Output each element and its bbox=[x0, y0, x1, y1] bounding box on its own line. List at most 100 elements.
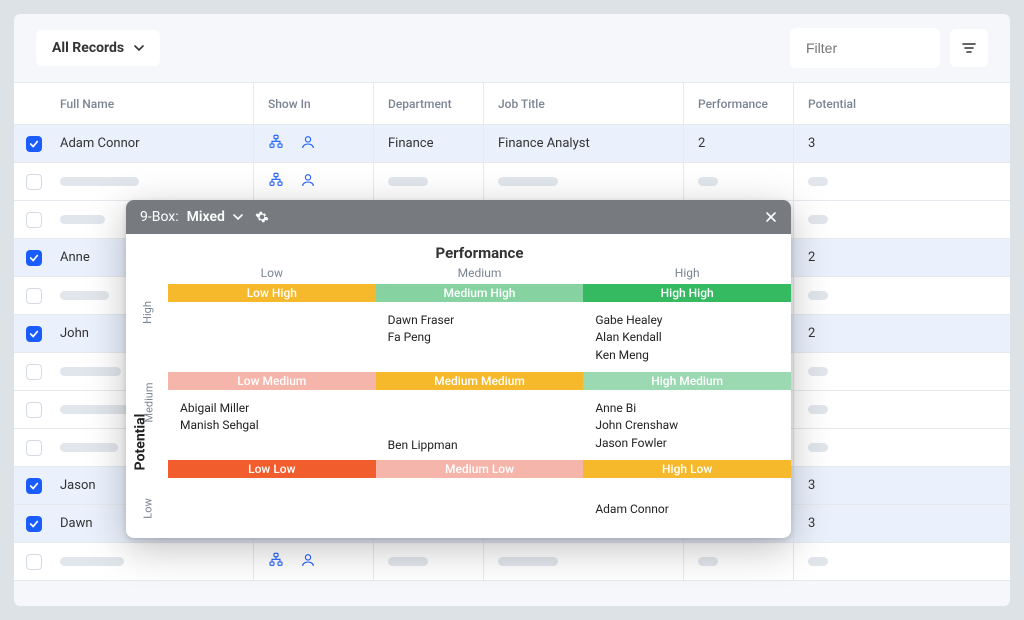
org-chart-icon[interactable] bbox=[268, 552, 284, 572]
col-header-pot[interactable]: Potential bbox=[794, 83, 1010, 124]
ninebox-person: Gabe Healey bbox=[595, 312, 779, 329]
row-checkbox[interactable] bbox=[26, 516, 42, 532]
ninebox-title-mode: Mixed bbox=[187, 209, 225, 225]
org-chart-icon[interactable] bbox=[268, 172, 284, 192]
ninebox-person: Alan Kendall bbox=[595, 329, 779, 346]
ninebox-cell-body bbox=[168, 478, 376, 524]
cell-potential: 3 bbox=[794, 467, 1010, 504]
row-checkbox[interactable] bbox=[26, 212, 42, 228]
y-label-low: Low bbox=[142, 498, 155, 518]
cell-potential: 2 bbox=[794, 239, 1010, 276]
ninebox-person: Fa Peng bbox=[388, 329, 572, 346]
y-label-medium: Medium bbox=[143, 382, 156, 422]
ninebox-y-axis: Potential High Medium Low bbox=[126, 244, 168, 524]
col-header-name[interactable]: Full Name bbox=[54, 83, 254, 124]
row-checkbox[interactable] bbox=[26, 174, 42, 190]
row-checkbox[interactable] bbox=[26, 402, 42, 418]
ninebox-grid-wrap: Performance Low Medium High Low HighMedi… bbox=[168, 244, 791, 524]
org-chart-icon[interactable] bbox=[268, 134, 284, 154]
person-icon[interactable] bbox=[300, 134, 316, 154]
ninebox-x-title: Performance bbox=[168, 244, 791, 262]
row-checkbox[interactable] bbox=[26, 288, 42, 304]
ninebox-cell-body: Gabe HealeyAlan KendallKen Meng bbox=[583, 302, 791, 372]
x-label-high: High bbox=[583, 266, 791, 284]
ninebox-cell-header: Medium Low bbox=[376, 460, 584, 478]
gear-icon[interactable] bbox=[255, 210, 269, 224]
cell-potential: 3 bbox=[794, 125, 1010, 162]
toolbar: All Records bbox=[14, 14, 1010, 82]
ninebox-cell[interactable]: High Low Adam Connor bbox=[583, 460, 791, 524]
y-label-high: High bbox=[141, 301, 154, 324]
table-header-row: Full Name Show In Department Job Title P… bbox=[14, 83, 1010, 125]
ninebox-cell[interactable]: Medium Medium Ben Lippman bbox=[376, 372, 584, 460]
ninebox-person: Anne Bi bbox=[595, 400, 779, 417]
ninebox-cell-header: High High bbox=[583, 284, 791, 302]
ninebox-cell-body: Abigail MillerManish Sehgal bbox=[168, 390, 376, 460]
ninebox-cell-body: Dawn FraserFa Peng bbox=[376, 302, 584, 372]
cell-potential: 2 bbox=[794, 315, 1010, 352]
ninebox-person: Adam Connor bbox=[595, 501, 668, 518]
cell-performance: 2 bbox=[684, 125, 794, 162]
ninebox-cell-body bbox=[376, 478, 584, 524]
row-checkbox[interactable] bbox=[26, 478, 42, 494]
row-checkbox[interactable] bbox=[26, 364, 42, 380]
table-row[interactable]: Adam Connor Finance Finance Analyst 2 3 bbox=[14, 125, 1010, 163]
ninebox-title-prefix: 9-Box: bbox=[140, 209, 179, 225]
ninebox-cell-header: Low Medium bbox=[168, 372, 376, 390]
person-icon[interactable] bbox=[300, 172, 316, 192]
cell-job: Finance Analyst bbox=[484, 125, 684, 162]
ninebox-cell[interactable]: Medium HighDawn FraserFa Peng bbox=[376, 284, 584, 372]
row-checkbox[interactable] bbox=[26, 136, 42, 152]
col-header-dept[interactable]: Department bbox=[374, 83, 484, 124]
records-label: All Records bbox=[52, 40, 124, 56]
ninebox-person: Jason Fowler bbox=[595, 435, 779, 452]
ninebox-cell-header: Medium Medium bbox=[376, 372, 584, 390]
ninebox-cell-body: Ben Lippman bbox=[376, 390, 584, 460]
toolbar-right bbox=[790, 28, 988, 68]
ninebox-person: John Crenshaw bbox=[595, 417, 779, 434]
ninebox-body: Potential High Medium Low Performance Lo… bbox=[126, 234, 791, 538]
close-icon[interactable] bbox=[765, 211, 777, 223]
ninebox-modal-header: 9-Box: Mixed bbox=[126, 200, 791, 234]
chevron-down-icon bbox=[134, 43, 144, 53]
row-checkbox[interactable] bbox=[26, 326, 42, 342]
table-row[interactable] bbox=[14, 543, 1010, 581]
ninebox-cell-header: High Low bbox=[583, 460, 791, 478]
filter-input[interactable] bbox=[790, 28, 940, 68]
ninebox-cell[interactable]: High MediumAnne BiJohn CrenshawJason Fow… bbox=[583, 372, 791, 460]
ninebox-grid: Low HighMedium HighDawn FraserFa PengHig… bbox=[168, 284, 791, 524]
row-checkbox[interactable] bbox=[26, 440, 42, 456]
col-header-showin[interactable]: Show In bbox=[254, 83, 374, 124]
ninebox-person: Ben Lippman bbox=[388, 437, 458, 454]
row-checkbox[interactable] bbox=[26, 554, 42, 570]
row-checkbox[interactable] bbox=[26, 250, 42, 266]
ninebox-cell-body: Adam Connor bbox=[583, 478, 791, 524]
ninebox-x-labels: Low Medium High bbox=[168, 266, 791, 284]
ninebox-cell-body bbox=[168, 302, 376, 372]
filter-icon bbox=[961, 40, 977, 56]
ninebox-cell[interactable]: Low High bbox=[168, 284, 376, 372]
ninebox-cell[interactable]: Medium Low bbox=[376, 460, 584, 524]
ninebox-cell-body: Anne BiJohn CrenshawJason Fowler bbox=[583, 390, 791, 460]
ninebox-person: Manish Sehgal bbox=[180, 417, 364, 434]
filter-options-button[interactable] bbox=[950, 29, 988, 67]
cell-potential: 3 bbox=[794, 505, 1010, 542]
ninebox-cell[interactable]: Low MediumAbigail MillerManish Sehgal bbox=[168, 372, 376, 460]
ninebox-person: Ken Meng bbox=[595, 347, 779, 364]
chevron-down-icon[interactable] bbox=[233, 212, 243, 222]
ninebox-cell[interactable]: High HighGabe HealeyAlan KendallKen Meng bbox=[583, 284, 791, 372]
col-header-job[interactable]: Job Title bbox=[484, 83, 684, 124]
x-label-low: Low bbox=[168, 266, 376, 284]
person-icon[interactable] bbox=[300, 552, 316, 572]
x-label-medium: Medium bbox=[376, 266, 584, 284]
ninebox-person: Abigail Miller bbox=[180, 400, 364, 417]
ninebox-cell[interactable]: Low Low bbox=[168, 460, 376, 524]
ninebox-modal: 9-Box: Mixed Potential High Medium Low P… bbox=[126, 200, 791, 538]
table-row[interactable] bbox=[14, 163, 1010, 201]
app-frame: All Records Full Name Show In Department… bbox=[14, 14, 1010, 606]
ninebox-cell-header: High Medium bbox=[583, 372, 791, 390]
col-header-perf[interactable]: Performance bbox=[684, 83, 794, 124]
ninebox-cell-header: Low High bbox=[168, 284, 376, 302]
records-dropdown[interactable]: All Records bbox=[36, 30, 160, 66]
ninebox-person: Dawn Fraser bbox=[388, 312, 572, 329]
